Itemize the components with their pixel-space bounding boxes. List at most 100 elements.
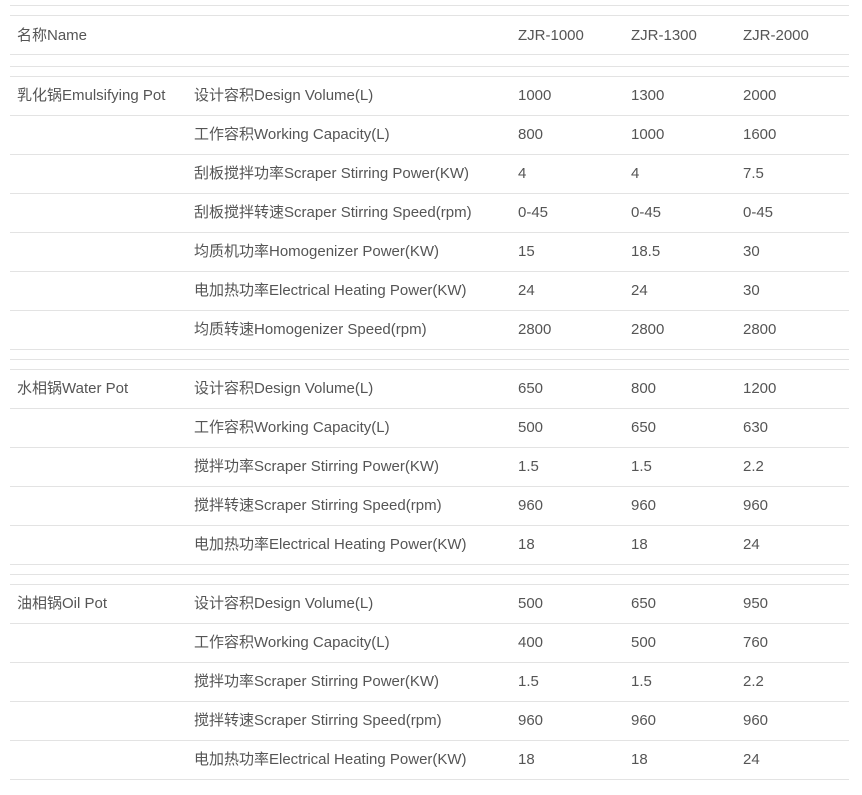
param-value: 800 [631, 380, 657, 397]
param-label: 设计容积Design Volume(L) [194, 380, 374, 397]
header-label: 名称Name [17, 27, 88, 44]
param-label: 搅拌功率Scraper Stirring Power(KW) [194, 673, 440, 690]
table-divider [10, 310, 849, 311]
param-value: 2000 [743, 87, 777, 104]
param-value: 1.5 [518, 673, 539, 690]
param-value: 960 [743, 712, 769, 729]
table-divider [10, 447, 849, 448]
param-value: 2800 [631, 321, 665, 338]
table-divider [10, 525, 849, 526]
param-value: 760 [743, 634, 769, 651]
param-value: 4 [518, 165, 527, 182]
table-divider [10, 232, 849, 233]
param-value: 24 [743, 536, 760, 553]
param-value: 18 [518, 751, 535, 768]
param-label: 搅拌功率Scraper Stirring Power(KW) [194, 458, 440, 475]
param-value: 0-45 [743, 204, 774, 221]
table-divider [10, 15, 849, 16]
param-label: 刮板搅拌转速Scraper Stirring Speed(rpm) [194, 204, 472, 221]
param-label: 均质机功率Homogenizer Power(KW) [194, 243, 440, 260]
param-value: 0-45 [631, 204, 662, 221]
param-value: 960 [631, 712, 657, 729]
table-divider [10, 66, 849, 67]
param-label: 刮板搅拌功率Scraper Stirring Power(KW) [194, 165, 470, 182]
param-value: 500 [631, 634, 657, 651]
param-value: 1.5 [631, 458, 652, 475]
param-value: 2800 [518, 321, 552, 338]
table-divider [10, 701, 849, 702]
param-label: 电加热功率Electrical Heating Power(KW) [194, 282, 467, 299]
table-divider [10, 574, 849, 575]
param-value: 630 [743, 419, 769, 436]
param-value: 1000 [518, 87, 552, 104]
section-name: 油相锅Oil Pot [17, 595, 108, 612]
table-divider [10, 623, 849, 624]
param-value: 400 [518, 634, 544, 651]
param-value: 4 [631, 165, 640, 182]
table-divider [10, 349, 849, 350]
param-label: 工作容积Working Capacity(L) [194, 634, 390, 651]
param-value: 950 [743, 595, 769, 612]
param-value: 30 [743, 282, 760, 299]
param-value: 1000 [631, 126, 665, 143]
param-value: 30 [743, 243, 760, 260]
table-divider [10, 564, 849, 565]
param-label: 工作容积Working Capacity(L) [194, 419, 390, 436]
param-value: 1.5 [518, 458, 539, 475]
table-divider [10, 54, 849, 55]
table-divider [10, 115, 849, 116]
table-divider [10, 193, 849, 194]
table-divider [10, 76, 849, 77]
table-divider [10, 584, 849, 585]
section-name: 水相锅Water Pot [17, 380, 129, 397]
param-label: 设计容积Design Volume(L) [194, 87, 374, 104]
param-value: 7.5 [743, 165, 764, 182]
param-value: 2.2 [743, 458, 764, 475]
table-divider [10, 154, 849, 155]
param-value: 18.5 [631, 243, 661, 260]
param-value: 2.2 [743, 673, 764, 690]
section-name: 乳化锅Emulsifying Pot [17, 87, 166, 104]
param-value: 500 [518, 595, 544, 612]
param-value: 650 [631, 595, 657, 612]
param-label: 搅拌转速Scraper Stirring Speed(rpm) [194, 712, 442, 729]
header-model-2: ZJR-1300 [631, 27, 697, 44]
table-divider [10, 359, 849, 360]
param-value: 18 [631, 536, 648, 553]
header-model-3: ZJR-2000 [743, 27, 809, 44]
param-value: 15 [518, 243, 535, 260]
table-divider [10, 740, 849, 741]
table-divider [10, 369, 849, 370]
param-value: 24 [518, 282, 535, 299]
table-divider [10, 779, 849, 780]
param-label: 均质转速Homogenizer Speed(rpm) [194, 321, 427, 338]
param-value: 960 [743, 497, 769, 514]
table-divider [10, 5, 849, 6]
param-value: 800 [518, 126, 544, 143]
param-value: 960 [518, 497, 544, 514]
param-value: 24 [743, 751, 760, 768]
param-value: 1200 [743, 380, 777, 397]
param-label: 电加热功率Electrical Heating Power(KW) [194, 536, 467, 553]
param-value: 24 [631, 282, 648, 299]
param-value: 960 [631, 497, 657, 514]
param-value: 1.5 [631, 673, 652, 690]
param-value: 1300 [631, 87, 665, 104]
table-divider [10, 486, 849, 487]
param-value: 650 [631, 419, 657, 436]
table-divider [10, 408, 849, 409]
param-label: 电加热功率Electrical Heating Power(KW) [194, 751, 467, 768]
param-label: 设计容积Design Volume(L) [194, 595, 374, 612]
param-value: 650 [518, 380, 544, 397]
param-value: 960 [518, 712, 544, 729]
param-value: 18 [631, 751, 648, 768]
param-value: 1600 [743, 126, 777, 143]
table-divider [10, 662, 849, 663]
param-value: 0-45 [518, 204, 549, 221]
param-label: 工作容积Working Capacity(L) [194, 126, 390, 143]
param-value: 2800 [743, 321, 777, 338]
param-value: 500 [518, 419, 544, 436]
param-label: 搅拌转速Scraper Stirring Speed(rpm) [194, 497, 442, 514]
header-model-1: ZJR-1000 [518, 27, 584, 44]
table-divider [10, 271, 849, 272]
